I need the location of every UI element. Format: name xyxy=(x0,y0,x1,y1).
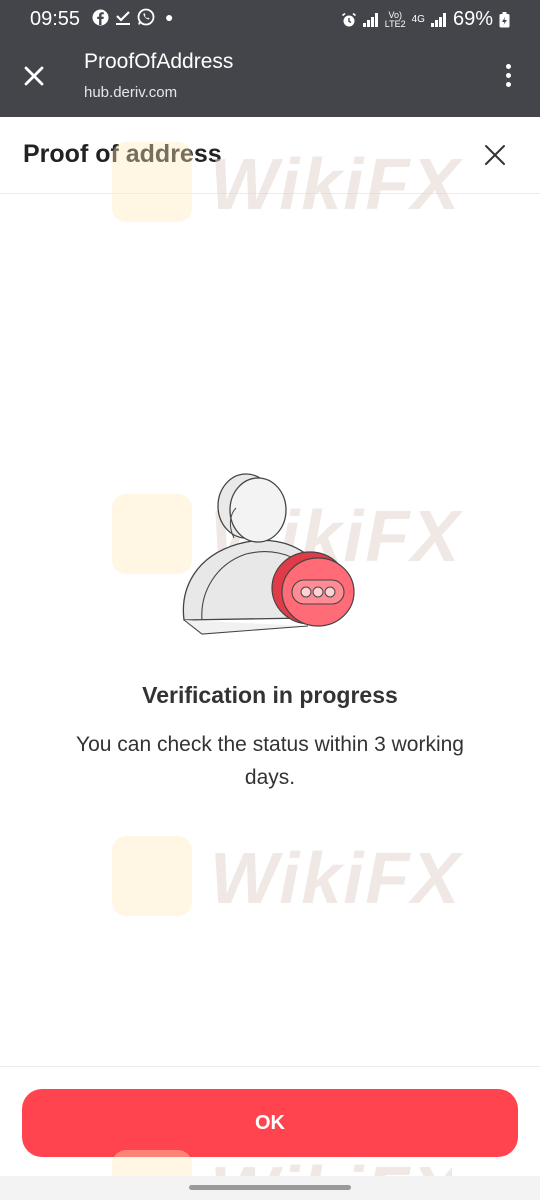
ok-button[interactable]: OK xyxy=(22,1089,518,1157)
more-options-icon[interactable] xyxy=(498,62,518,92)
home-gesture-handle[interactable] xyxy=(189,1185,351,1190)
close-icon[interactable] xyxy=(484,144,506,166)
watermark-logo-icon xyxy=(112,836,192,916)
status-description: You can check the status within 3 workin… xyxy=(76,733,464,789)
watermark: WikiFX xyxy=(112,836,459,926)
tab-title: ProofOfAddress xyxy=(84,50,234,73)
whatsapp-icon xyxy=(137,8,155,26)
signal-bars-icon xyxy=(362,12,379,27)
facebook-icon xyxy=(92,9,109,25)
network-type: 4G xyxy=(411,14,425,25)
volte-label: Vo) LTE2 xyxy=(384,9,406,29)
close-tab-icon[interactable] xyxy=(20,62,48,90)
clock: 09:55 xyxy=(30,8,81,30)
browser-tab-bar: ProofOfAddress hub.deriv.com xyxy=(0,40,540,117)
verification-pending-illustration xyxy=(182,473,355,635)
tab-url: hub.deriv.com xyxy=(84,84,178,101)
download-icon xyxy=(116,10,130,25)
page-title: Proof of address xyxy=(23,140,222,168)
notification-icons: ● xyxy=(92,8,173,26)
status-title: Verification in progress xyxy=(142,682,398,708)
system-status-icons: Vo) LTE2 4G 69% xyxy=(341,8,510,31)
alarm-icon xyxy=(341,12,356,26)
battery-icon xyxy=(499,11,510,27)
status-bar: 09:55 ● Vo) LTE2 4G 69% xyxy=(0,0,540,40)
gesture-nav-bar xyxy=(0,1176,540,1200)
battery-percent: 69% xyxy=(452,8,493,30)
dot-icon: ● xyxy=(165,9,174,25)
modal-header: Proof of address xyxy=(0,117,540,194)
signal-bars-icon xyxy=(430,12,447,27)
